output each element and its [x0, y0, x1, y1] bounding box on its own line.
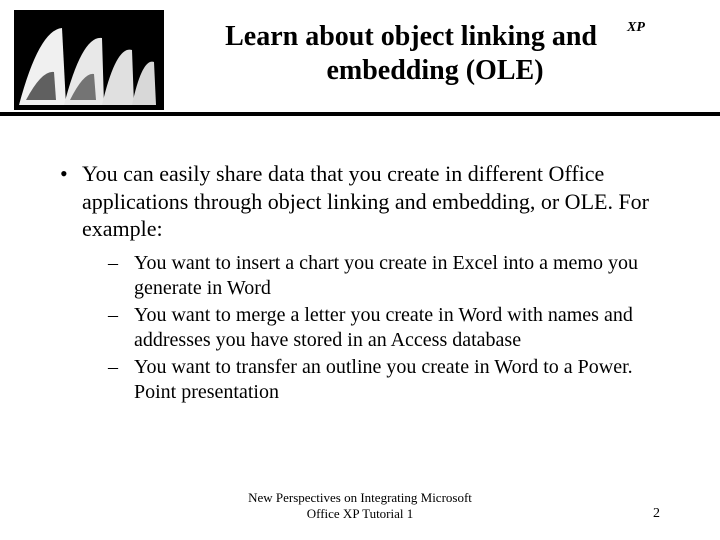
footer-line2: Office XP Tutorial 1: [307, 506, 414, 521]
bullet-text: You can easily share data that you creat…: [82, 160, 670, 243]
page-number: 2: [653, 506, 660, 522]
slide-body: • You can easily share data that you cre…: [0, 120, 720, 405]
header-divider: [0, 112, 720, 116]
bullet-level2: – You want to insert a chart you create …: [108, 251, 670, 301]
slide-title: Learn about object linking and XP embeddi…: [170, 20, 700, 87]
bullet-text: You want to transfer an outline you crea…: [134, 355, 670, 405]
bullet-marker: –: [108, 355, 124, 405]
bullet-level1: • You can easily share data that you cre…: [50, 160, 670, 243]
slide-header: Learn about object linking and XP embeddi…: [0, 0, 720, 120]
bullet-text: You want to merge a letter you create in…: [134, 303, 670, 353]
footer-text: New Perspectives on Integrating Microsof…: [230, 490, 490, 521]
opera-house-icon: [14, 10, 164, 110]
bullet-level2: – You want to merge a letter you create …: [108, 303, 670, 353]
slide-footer: New Perspectives on Integrating Microsof…: [0, 490, 720, 530]
bullet-level2-list: – You want to insert a chart you create …: [50, 251, 670, 405]
title-text-line1: Learn about object linking and: [225, 21, 597, 52]
bullet-marker: –: [108, 251, 124, 301]
footer-line1: New Perspectives on Integrating Microsof…: [248, 490, 472, 505]
bullet-marker: –: [108, 303, 124, 353]
title-text-line2: embedding (OLE): [170, 54, 700, 88]
xp-label: XP: [627, 20, 645, 37]
bullet-marker: •: [50, 160, 72, 243]
header-image: [14, 10, 164, 110]
bullet-text: You want to insert a chart you create in…: [134, 251, 670, 301]
bullet-level2: – You want to transfer an outline you cr…: [108, 355, 670, 405]
